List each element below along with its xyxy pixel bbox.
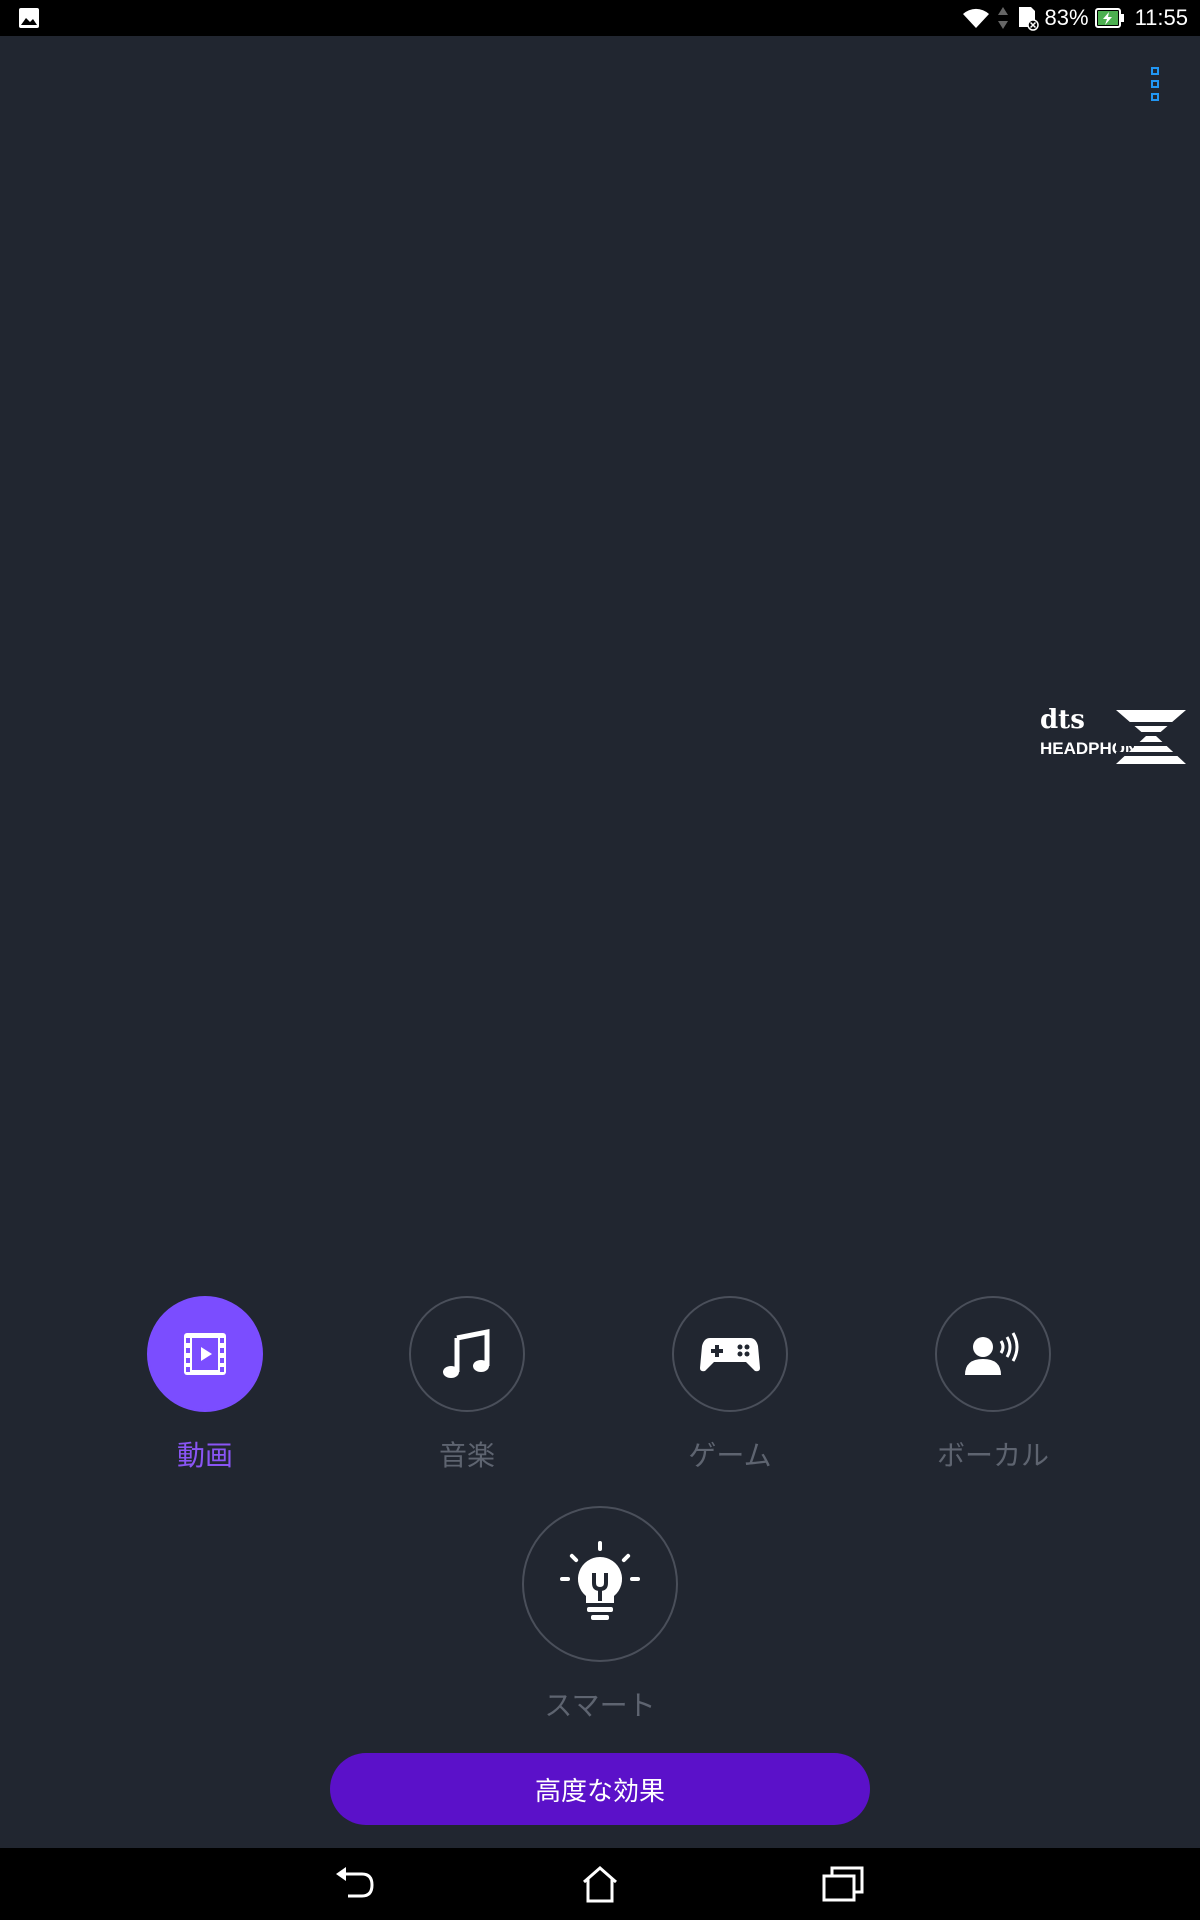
mode-vocal[interactable]: ボーカル (913, 1296, 1073, 1474)
advanced-effects-button[interactable]: 高度な効果 (330, 1753, 870, 1825)
dts-headphone-x-logo: dts HEADPHONE (1038, 705, 1190, 770)
music-note-icon (443, 1328, 490, 1378)
back-icon[interactable] (334, 1864, 378, 1904)
mode-game-label: ゲーム (688, 1439, 772, 1472)
mode-smart-button[interactable] (522, 1506, 678, 1662)
mode-smart-label: スマート (544, 1689, 656, 1722)
lightbulb-icon (560, 1541, 640, 1620)
mode-video-label: 動画 (176, 1439, 233, 1472)
mode-game[interactable]: ゲーム (650, 1296, 810, 1474)
nav-bar (0, 1848, 1200, 1920)
mode-music[interactable]: 音楽 (387, 1296, 547, 1474)
mode-smart[interactable]: スマート (520, 1506, 680, 1724)
status-icons: 83% 11:55 (961, 0, 1188, 36)
mode-music-button[interactable] (409, 1296, 525, 1412)
mode-music-label: 音楽 (438, 1439, 495, 1472)
battery-charging-icon (1094, 8, 1124, 28)
home-icon[interactable] (578, 1864, 622, 1904)
image-icon (19, 8, 39, 28)
mode-game-button[interactable] (672, 1296, 788, 1412)
recents-icon[interactable] (822, 1864, 866, 1904)
film-icon (184, 1333, 226, 1375)
mode-video-button[interactable] (147, 1296, 263, 1412)
status-bar: 83% 11:55 (0, 0, 1200, 36)
data-arrows-icon (997, 7, 1008, 29)
dts-brand-text: dts (1040, 706, 1085, 735)
mode-video[interactable]: 動画 (125, 1296, 285, 1474)
gamepad-icon (700, 1338, 760, 1372)
battery-percent: 83% (1044, 5, 1089, 30)
screen: 83% 11:55 dts HEADPHONE 動画 音楽 ゲーム ボーカル ス… (0, 0, 1200, 1920)
voice-icon (965, 1332, 1019, 1375)
mode-vocal-label: ボーカル (936, 1439, 1049, 1472)
clock: 11:55 (1134, 5, 1188, 30)
wifi-icon (962, 8, 989, 28)
x-mark-icon (1116, 710, 1186, 764)
sd-card-icon (1018, 7, 1039, 31)
overflow-menu-icon[interactable] (1148, 66, 1164, 102)
mode-vocal-button[interactable] (935, 1296, 1051, 1412)
